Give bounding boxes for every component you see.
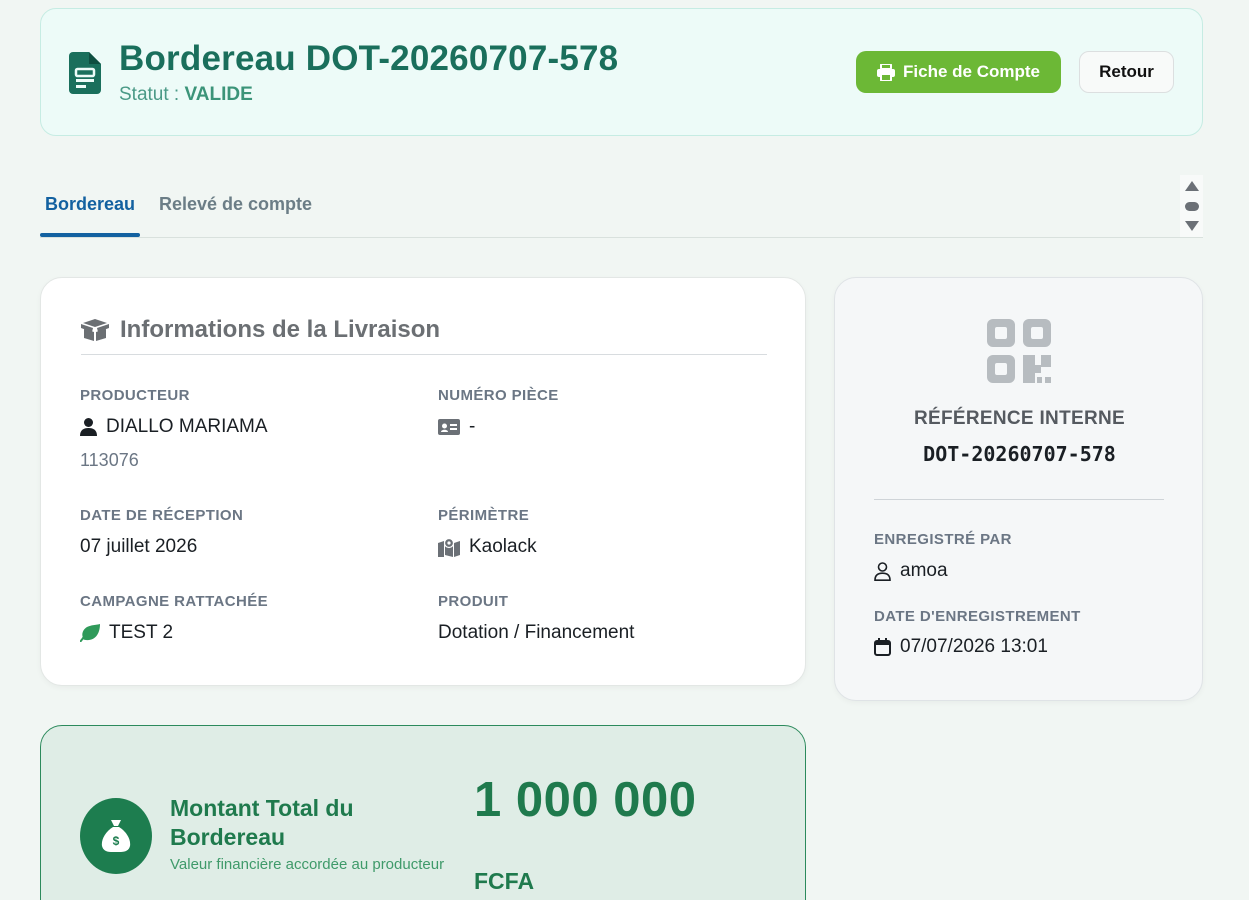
amount-subtitle: Valeur financière accordée au producteur [170, 856, 445, 873]
producteur-label: PRODUCTEUR [80, 387, 190, 404]
printer-icon [877, 63, 896, 81]
producteur-id: 113076 [80, 450, 139, 470]
page-title: Bordereau DOT-20260707-578 [119, 39, 619, 78]
document-icon [69, 52, 101, 94]
fiche-de-compte-button[interactable]: Fiche de Compte [856, 51, 1061, 93]
leaf-icon [80, 624, 100, 642]
scroll-thumb-icon[interactable] [1184, 201, 1199, 211]
amount-value: 1 000 000 [474, 773, 697, 827]
tab-bordereau[interactable]: Bordereau [45, 194, 135, 215]
amount-card: $ Montant Total du Bordereau Valeur fina… [40, 725, 806, 900]
amount-icon-badge: $ [80, 798, 152, 874]
date-enregistrement-text: 07/07/2026 13:01 [900, 636, 1048, 657]
user-icon [80, 418, 97, 436]
reference-label: RÉFÉRENCE INTERNE [914, 408, 1125, 429]
scroll-down-icon[interactable] [1184, 221, 1199, 231]
campagne-label: CAMPAGNE RATTACHÉE [80, 593, 269, 610]
perimetre-value: Kaolack [438, 536, 537, 558]
date-reception-value: 07 juillet 2026 [80, 536, 198, 557]
retour-button[interactable]: Retour [1079, 51, 1174, 93]
numero-piece-label: NUMÉRO PIÈCE [438, 387, 559, 404]
header-card: Bordereau DOT-20260707-578 Statut : VALI… [40, 8, 1203, 136]
date-enregistrement-value: 07/07/2026 13:01 [874, 636, 1048, 658]
amount-title: Montant Total du Bordereau [170, 795, 354, 850]
perimetre-text: Kaolack [469, 536, 537, 557]
tab-releve-de-compte[interactable]: Relevé de compte [159, 194, 312, 215]
box-open-icon [81, 319, 109, 341]
enregistre-par-label: ENREGISTRÉ PAR [874, 531, 1012, 548]
user-outline-icon [874, 561, 891, 581]
fiche-de-compte-label: Fiche de Compte [903, 62, 1040, 81]
reference-divider [874, 499, 1164, 500]
money-bag-icon: $ [101, 820, 131, 852]
reference-code: DOT-20260707-578 [923, 442, 1116, 466]
qrcode-icon [987, 319, 1051, 383]
reference-card: RÉFÉRENCE INTERNE DOT-20260707-578 ENREG… [834, 277, 1203, 701]
info-divider [81, 354, 767, 355]
enregistre-par-text: amoa [900, 560, 948, 581]
status-line: Statut : VALIDE [119, 84, 253, 106]
perimetre-label: PÉRIMÈTRE [438, 507, 530, 524]
calendar-icon [874, 638, 891, 656]
tabs-divider [40, 237, 1203, 238]
campagne-value: TEST 2 [80, 622, 173, 644]
map-location-icon [438, 537, 460, 557]
info-card-title: Informations de la Livraison [120, 316, 441, 343]
producteur-value: DIALLO MARIAMA [80, 416, 268, 438]
tab-scroll-control[interactable] [1180, 175, 1203, 237]
numero-piece-value: - [438, 416, 475, 438]
status-badge: VALIDE [184, 84, 253, 105]
amount-currency: FCFA [474, 868, 535, 894]
date-enregistrement-label: DATE D'ENREGISTREMENT [874, 608, 1081, 625]
delivery-info-card: Informations de la Livraison PRODUCTEUR … [40, 277, 806, 686]
producteur-name: DIALLO MARIAMA [106, 416, 268, 437]
svg-text:$: $ [113, 834, 120, 848]
enregistre-par-value: amoa [874, 560, 948, 582]
numero-piece-text: - [469, 416, 476, 437]
status-label: Statut : [119, 84, 180, 105]
scroll-up-icon[interactable] [1184, 181, 1199, 191]
campagne-text: TEST 2 [109, 622, 174, 643]
date-reception-label: DATE DE RÉCEPTION [80, 507, 244, 524]
id-card-icon [438, 419, 460, 435]
produit-label: PRODUIT [438, 593, 509, 610]
produit-value: Dotation / Financement [438, 622, 635, 643]
